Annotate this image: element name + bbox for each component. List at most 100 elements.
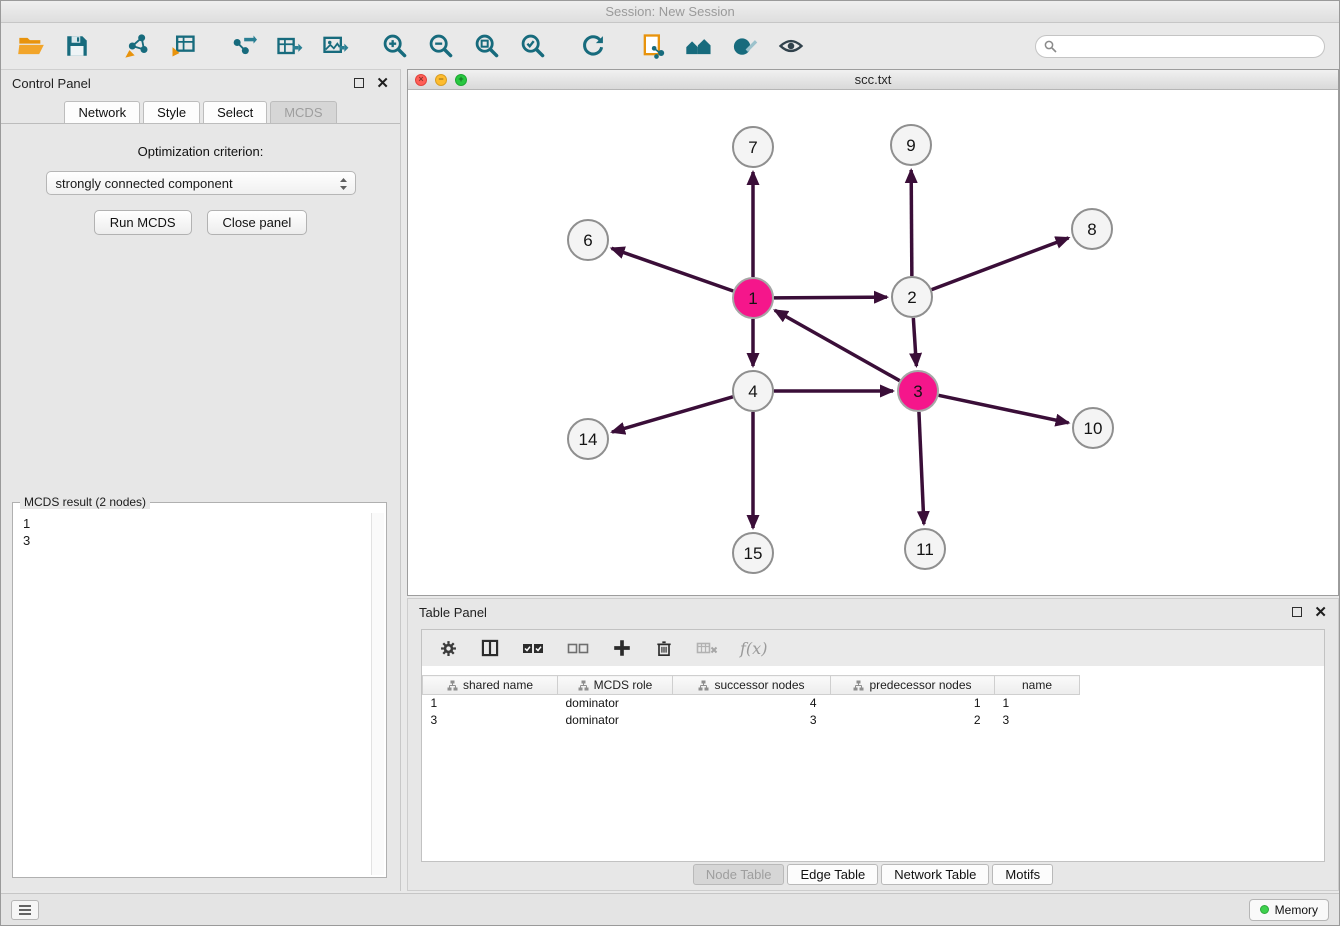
graph-edge-2-9[interactable] [911, 170, 912, 276]
column-header-name[interactable]: name [995, 676, 1080, 695]
tab-node-table[interactable]: Node Table [693, 864, 785, 885]
delete-rows-button[interactable] [654, 638, 674, 659]
zoom-fit-button[interactable] [471, 30, 503, 62]
show-columns-button[interactable] [480, 638, 500, 658]
zoom-selected-button[interactable] [517, 30, 549, 62]
delete-columns-button[interactable] [695, 638, 719, 658]
column-header-predecessor-nodes[interactable]: predecessor nodes [831, 676, 995, 695]
cell-shared-name[interactable]: 3 [423, 712, 558, 729]
close-window-button[interactable]: × [415, 74, 427, 86]
cell-name[interactable]: 3 [995, 712, 1080, 729]
zoom-out-button[interactable] [425, 30, 457, 62]
cell-mcds-role[interactable]: dominator [558, 695, 673, 712]
table-row[interactable]: 1 dominator 4 1 1 [423, 695, 1080, 712]
network-window-titlebar[interactable]: × − + scc.txt [408, 70, 1338, 90]
node-table-area[interactable]: shared name MCDS role successor nodes pr… [422, 666, 1324, 861]
graph-edge-3-1[interactable] [775, 310, 900, 380]
tab-motifs[interactable]: Motifs [992, 864, 1053, 885]
home-icon [684, 32, 714, 60]
graph-node-6[interactable]: 6 [568, 220, 608, 260]
show-graphics-details-button[interactable] [775, 30, 807, 62]
graph-edge-1-6[interactable] [612, 248, 734, 291]
add-row-button[interactable] [611, 637, 633, 659]
graph-node-2[interactable]: 2 [892, 277, 932, 317]
column-header-shared-name[interactable]: shared name [423, 676, 558, 695]
cell-name[interactable]: 1 [995, 695, 1080, 712]
export-network-button[interactable] [227, 30, 259, 62]
graph-node-11[interactable]: 11 [905, 529, 945, 569]
graph-node-1[interactable]: 1 [733, 278, 773, 318]
close-panel-button[interactable]: Close panel [207, 210, 308, 235]
table-panel-tabs: Node Table Edge Table Network Table Moti… [408, 864, 1338, 885]
tab-network-table[interactable]: Network Table [881, 864, 989, 885]
graph-edge-2-8[interactable] [932, 238, 1069, 290]
search-box [1035, 35, 1325, 58]
export-table-icon [275, 32, 303, 60]
float-panel-icon[interactable] [354, 78, 364, 88]
mcds-result-item[interactable]: 1 [23, 515, 376, 532]
svg-text:10: 10 [1084, 419, 1103, 438]
tab-edge-table[interactable]: Edge Table [787, 864, 878, 885]
deselect-all-icon [566, 638, 590, 658]
tab-style[interactable]: Style [143, 101, 200, 124]
close-table-panel-icon[interactable]: ✕ [1314, 605, 1327, 620]
column-label: name [1022, 678, 1052, 692]
import-network-button[interactable] [121, 30, 153, 62]
graph-edge-1-2[interactable] [774, 297, 887, 298]
deselect-all-button[interactable] [566, 638, 590, 658]
cell-predecessor-nodes[interactable]: 2 [831, 712, 995, 729]
export-table-button[interactable] [273, 30, 305, 62]
clone-network-button[interactable] [637, 30, 669, 62]
save-session-button[interactable] [61, 30, 93, 62]
close-panel-icon[interactable]: ✕ [376, 76, 389, 91]
cell-shared-name[interactable]: 1 [423, 695, 558, 712]
column-header-successor-nodes[interactable]: successor nodes [673, 676, 831, 695]
column-type-icon [447, 680, 458, 691]
apply-style-button[interactable] [729, 30, 761, 62]
cell-predecessor-nodes[interactable]: 1 [831, 695, 995, 712]
run-mcds-button[interactable]: Run MCDS [94, 210, 192, 235]
tab-mcds[interactable]: MCDS [270, 101, 336, 124]
memory-button[interactable]: Memory [1249, 899, 1329, 921]
graph-node-9[interactable]: 9 [891, 125, 931, 165]
graph-node-7[interactable]: 7 [733, 127, 773, 167]
zoom-in-button[interactable] [379, 30, 411, 62]
network-graph[interactable]: 7 9 6 8 1 2 4 3 14 10 15 11 [408, 90, 1338, 594]
show-panels-button[interactable] [11, 900, 39, 920]
graph-node-14[interactable]: 14 [568, 419, 608, 459]
export-image-button[interactable] [319, 30, 351, 62]
optimization-criterion-label: Optimization criterion: [1, 144, 400, 159]
graph-node-3[interactable]: 3 [898, 371, 938, 411]
tab-network[interactable]: Network [64, 101, 140, 124]
reset-view-button[interactable] [683, 30, 715, 62]
import-table-button[interactable] [167, 30, 199, 62]
table-settings-button[interactable] [438, 638, 459, 659]
mcds-result-item[interactable]: 3 [23, 532, 376, 549]
column-header-mcds-role[interactable]: MCDS role [558, 676, 673, 695]
maximize-window-button[interactable]: + [455, 74, 467, 86]
cell-mcds-role[interactable]: dominator [558, 712, 673, 729]
refresh-view-button[interactable] [577, 30, 609, 62]
graph-node-4[interactable]: 4 [733, 371, 773, 411]
graph-node-15[interactable]: 15 [733, 533, 773, 573]
cell-successor-nodes[interactable]: 4 [673, 695, 831, 712]
graph-edge-2-3[interactable] [913, 318, 916, 366]
minimize-window-button[interactable]: − [435, 74, 447, 86]
network-canvas[interactable]: 7 9 6 8 1 2 4 3 14 10 15 11 [408, 90, 1338, 594]
search-input[interactable] [1035, 35, 1325, 58]
graph-node-10[interactable]: 10 [1073, 408, 1113, 448]
tab-select[interactable]: Select [203, 101, 267, 124]
select-all-button[interactable] [521, 638, 545, 658]
function-builder-button[interactable]: f(x) [740, 639, 767, 658]
table-panel-title: Table Panel [419, 605, 487, 620]
graph-edge-3-10[interactable] [939, 395, 1069, 422]
open-session-button[interactable] [15, 30, 47, 62]
result-scrollbar[interactable] [371, 513, 384, 875]
table-row[interactable]: 3 dominator 3 2 3 [423, 712, 1080, 729]
cell-successor-nodes[interactable]: 3 [673, 712, 831, 729]
graph-node-8[interactable]: 8 [1072, 209, 1112, 249]
graph-edge-4-14[interactable] [612, 397, 733, 432]
graph-edge-3-11[interactable] [919, 412, 924, 524]
criterion-select[interactable]: strongly connected component [46, 171, 356, 195]
float-table-panel-icon[interactable] [1292, 607, 1302, 617]
